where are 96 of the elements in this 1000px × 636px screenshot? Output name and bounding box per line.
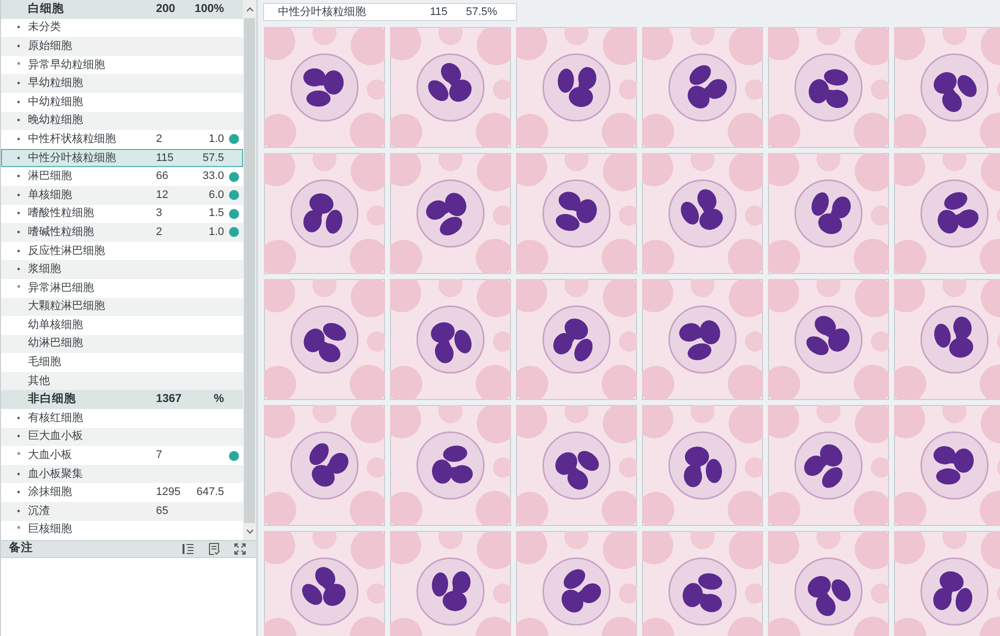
cell-name: 沉渣	[28, 504, 50, 517]
row-marker: •	[17, 115, 20, 126]
cell-name: 幼淋巴细胞	[28, 337, 83, 350]
cell-name: 异常淋巴细胞	[28, 282, 94, 294]
cell-name: 巨大血小板	[28, 430, 83, 442]
list-row[interactable]: 幼淋巴细胞	[1, 334, 243, 354]
section-title: 非白细胞	[28, 393, 76, 406]
cell-name: 涂抹细胞	[28, 486, 72, 498]
summary-name: 中性分叶核粒细胞	[278, 4, 367, 20]
cell-percent: 1.5	[208, 208, 224, 220]
cell-name: 血小板聚集	[28, 468, 83, 480]
row-marker: •	[17, 190, 20, 200]
row-marker: •	[17, 431, 20, 442]
cell-name: 大颗粒淋巴细胞	[28, 300, 105, 312]
cell-name: 浆细胞	[28, 263, 61, 276]
cell-name: 中性分叶核粒细胞	[28, 152, 116, 164]
list-row[interactable]: • 嗜碱性粒细胞 2 1.0	[1, 223, 243, 242]
list-row[interactable]: 大颗粒淋巴细胞	[1, 298, 243, 316]
cell-name: 淋巴细胞	[28, 170, 72, 182]
cell-percent: 33.0	[202, 171, 224, 182]
cell-name: 嗜碱性粒细胞	[28, 226, 94, 238]
section-title: 白细胞	[28, 2, 64, 15]
list-row[interactable]: 其他	[1, 372, 243, 390]
cell-name: 未分类	[28, 21, 61, 34]
cell-count: 65	[156, 504, 168, 517]
cell-count: 2	[156, 226, 162, 238]
summary-count: 115	[430, 4, 449, 20]
row-marker: •	[17, 171, 20, 182]
cell-count: 12	[156, 188, 168, 201]
row-marker: •	[17, 208, 20, 218]
cell-percent: 57.5	[202, 152, 224, 164]
cell-name: 大血小板	[28, 449, 72, 462]
scrollbar-thumb[interactable]	[244, 18, 255, 523]
row-marker: •	[17, 246, 20, 256]
row-marker: •	[17, 264, 20, 274]
list-row[interactable]: • 浆细胞	[1, 260, 243, 279]
row-marker: *	[17, 60, 21, 70]
cell-count: 1295	[156, 486, 180, 498]
cell-count: 66	[156, 170, 168, 182]
list-row[interactable]: • 中性分叶核粒细胞 115 57.5	[1, 148, 243, 168]
row-marker: •	[17, 78, 20, 88]
list-row[interactable]: • 原始细胞	[1, 37, 243, 56]
cell-name: 其他	[28, 374, 50, 387]
section-count: 1367	[156, 393, 182, 406]
section-percent: 100%	[194, 4, 224, 16]
cell-name: 有核红细胞	[28, 412, 83, 424]
list-row[interactable]: • 早幼粒细胞	[1, 74, 243, 93]
cell-name: 单核细胞	[28, 188, 72, 201]
document-check-icon[interactable]	[208, 543, 220, 555]
list-row[interactable]: • 巨大血小板	[1, 428, 243, 446]
cell-name: 毛细胞	[28, 356, 61, 368]
scrollbar[interactable]	[243, 0, 256, 540]
expand-icon[interactable]	[234, 543, 246, 555]
section-count: 200	[156, 2, 176, 15]
list-indent-icon[interactable]	[182, 543, 194, 555]
cell-name: 中幼粒细胞	[28, 96, 83, 108]
row-marker: *	[17, 450, 21, 460]
row-marker: •	[17, 506, 20, 516]
row-marker: •	[17, 40, 20, 51]
cell-count: 115	[156, 152, 174, 164]
cell-name: 原始细胞	[28, 40, 72, 52]
cell-count: 7	[156, 449, 162, 462]
cell-percent: 647.5	[196, 487, 224, 498]
row-marker: *	[17, 282, 21, 293]
list-row[interactable]: • 反应性淋巴细胞	[1, 242, 243, 260]
cell-name: 巨核细胞	[28, 523, 72, 536]
row-marker: •	[17, 22, 20, 32]
cell-name: 早幼粒细胞	[28, 77, 83, 90]
list-row[interactable]: • 单核细胞 12 6.0	[1, 186, 243, 205]
list-row[interactable]: • 晚幼粒细胞	[1, 112, 243, 130]
cell-name: 中性杆状核粒细胞	[28, 132, 116, 145]
cell-name: 幼单核细胞	[28, 318, 83, 331]
row-marker: •	[17, 134, 20, 144]
row-marker: •	[17, 468, 20, 479]
cell-percent: 1.0	[208, 134, 224, 145]
row-marker: •	[17, 226, 20, 237]
cell-name: 晚幼粒细胞	[28, 114, 83, 126]
list-row[interactable]: • 沉渣 65	[1, 502, 243, 521]
cell-name: 嗜酸性粒细胞	[28, 207, 94, 220]
notes-title: 备注	[9, 540, 33, 556]
row-marker: •	[17, 96, 20, 107]
cell-count: 2	[156, 132, 162, 145]
cell-name: 异常早幼粒细胞	[28, 58, 105, 71]
row-marker: *	[17, 524, 21, 534]
cell-name: 反应性淋巴细胞	[28, 244, 105, 257]
row-marker: •	[17, 487, 20, 498]
cell-count: 3	[156, 207, 162, 220]
row-marker: •	[17, 412, 20, 423]
scroll-down-icon[interactable]	[246, 529, 254, 534]
cell-percent: 6.0	[208, 190, 224, 201]
cell-percent: 1.0	[208, 226, 224, 238]
list-row[interactable]: • 血小板聚集	[1, 464, 243, 484]
section-percent: %	[214, 394, 224, 406]
summary-percent: 57.5%	[466, 4, 498, 20]
row-marker: •	[17, 152, 20, 163]
scroll-up-icon[interactable]	[246, 7, 254, 12]
